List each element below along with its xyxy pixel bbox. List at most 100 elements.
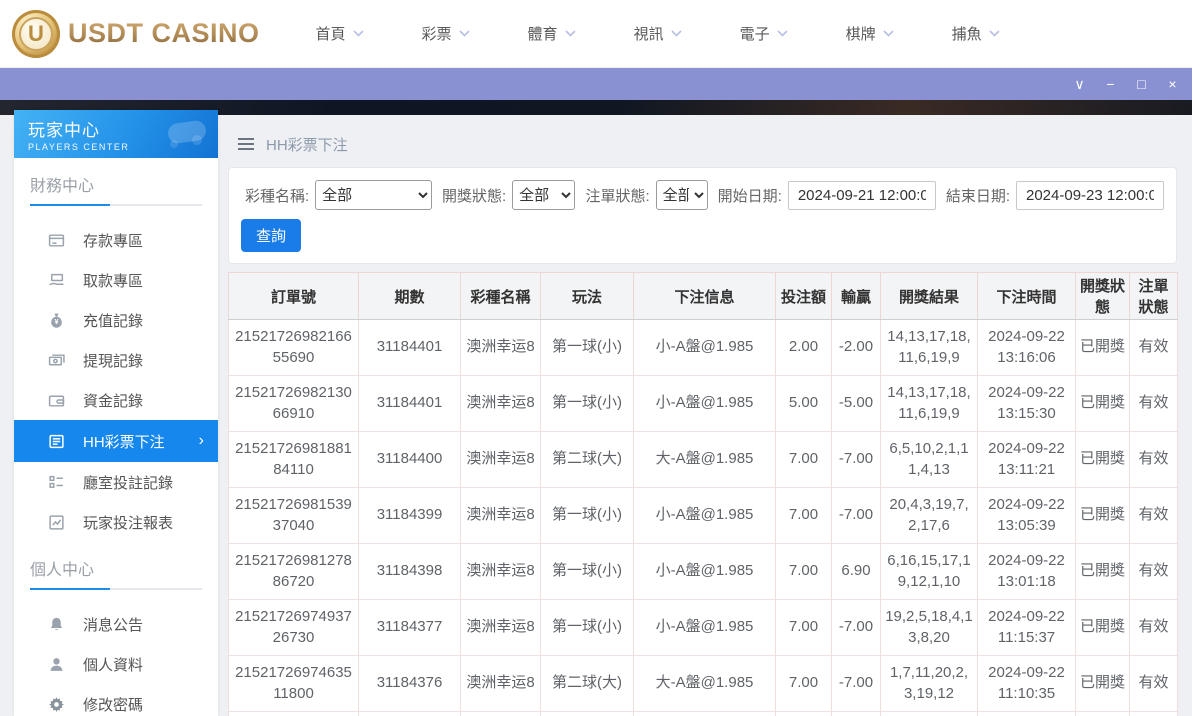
column-header: 注單狀態 xyxy=(1129,272,1178,320)
table-cell: 2152172698216655690 xyxy=(228,319,359,376)
filter-row: 彩種名稱:全部開獎狀態:全部注單狀態:全部開始日期:結束日期: xyxy=(241,180,1164,210)
table-cell: 2024-09-22 13:11:21 xyxy=(977,431,1076,488)
topnav-item[interactable]: 體育 xyxy=(528,23,576,44)
sidebar-item[interactable]: 存款專區 xyxy=(14,220,218,260)
table-cell: 14,13,17,18,11,6,19,9 xyxy=(880,319,978,376)
money-bag-icon: ¥ xyxy=(48,312,65,329)
sidebar: 玩家中心 PLAYERS CENTER 財務中心 存款專區 取款專區 ¥ 充值記錄 提現記… xyxy=(14,110,218,716)
table-cell: 已開獎 xyxy=(1075,543,1130,600)
table-cell: 20,4,3,19,7,2,17,6 xyxy=(880,487,978,544)
sidebar-item[interactable]: 消息公告 xyxy=(14,604,218,644)
cash-notes-icon xyxy=(48,352,65,369)
topnav-item[interactable]: 彩票 xyxy=(422,23,470,44)
table-cell: 31184399 xyxy=(358,487,461,544)
table-cell: 澳洲幸运8 xyxy=(460,487,541,544)
sidebar-item[interactable]: 個人資料 xyxy=(14,644,218,684)
table-row: 2152172698127886720 31184398 澳洲幸运8 第一球(小) 小-… xyxy=(228,543,1178,600)
sidebar-item[interactable]: HH彩票下注 › xyxy=(14,420,218,462)
column-header: 訂單號 xyxy=(228,272,359,320)
table-cell: 2152172697463511800 xyxy=(228,655,359,712)
order-status-select[interactable]: 全部 xyxy=(655,180,708,210)
table-cell: -7.00 xyxy=(831,655,881,712)
sidebar-item[interactable]: 玩家投注報表 xyxy=(14,502,218,542)
table-cell xyxy=(228,711,359,716)
sidebar-item[interactable]: 取款專區 xyxy=(14,260,218,300)
sidebar-item[interactable]: 修改密碼 xyxy=(14,684,218,716)
table-cell xyxy=(540,711,634,716)
sidebar-item-label: 玩家投注報表 xyxy=(83,514,174,532)
sidebar-item[interactable]: ¥ 充值記錄 xyxy=(14,300,218,340)
column-header: 彩種名稱 xyxy=(460,272,541,320)
lottery-select[interactable]: 全部 xyxy=(315,180,432,210)
gear-icon xyxy=(48,696,65,713)
search-button[interactable]: 查詢 xyxy=(241,219,302,252)
table-row: 2152172698153937040 31184399 澳洲幸运8 第一球(小) 小-… xyxy=(228,487,1178,544)
table-cell: 有效 xyxy=(1129,375,1178,432)
table-cell: 有效 xyxy=(1129,599,1178,656)
svg-text:¥: ¥ xyxy=(55,319,59,326)
sidebar-item[interactable]: 提現記錄 xyxy=(14,340,218,380)
column-header: 期數 xyxy=(358,272,461,320)
topnav-item[interactable]: 棋牌 xyxy=(846,23,894,44)
maximize-button[interactable]: □ xyxy=(1126,68,1157,100)
collapse-chevron-button[interactable]: ∨ xyxy=(1064,68,1095,100)
start-date-input[interactable] xyxy=(787,180,936,210)
usdt-casino-logo[interactable]: U USDT CASINO xyxy=(12,9,260,58)
table-row: 2152172698188184110 31184400 澳洲幸运8 第二球(大) 大-… xyxy=(228,431,1178,488)
chevron-down-icon xyxy=(777,30,788,37)
table-cell: 2024-09-22 13:05:39 xyxy=(977,487,1076,544)
topnav-item-label: 捕魚 xyxy=(951,26,982,43)
topnav-item[interactable]: 視訊 xyxy=(634,23,682,44)
draw-status-select[interactable]: 全部 xyxy=(512,180,576,210)
table-cell: 已開獎 xyxy=(1075,375,1130,432)
table-cell: 31184398 xyxy=(358,543,461,600)
top-navigation-bar: U USDT CASINO 首頁 彩票 體育 視訊 電子 棋牌 捕魚 xyxy=(0,0,1192,68)
column-header: 玩法 xyxy=(540,272,634,320)
sidebar-section: 個人中心 消息公告 個人資料 修改密碼 xyxy=(14,556,218,716)
topnav-item-label: 首頁 xyxy=(315,26,346,43)
filter-label: 開始日期: xyxy=(717,187,782,205)
end-date-input[interactable] xyxy=(1016,180,1164,210)
topnav-item-label: 電子 xyxy=(739,26,770,43)
minimize-button[interactable]: − xyxy=(1095,68,1126,100)
table-cell: 7.00 xyxy=(775,487,832,544)
topnav-item[interactable]: 首頁 xyxy=(316,23,364,44)
sidebar-item-label: 資金記錄 xyxy=(83,392,144,410)
table-cell: 2152172697493726730 xyxy=(228,599,359,656)
table-cell: 小-A盤@1.985 xyxy=(633,319,776,376)
close-button[interactable]: × xyxy=(1157,68,1188,100)
table-cell: 澳洲幸运8 xyxy=(460,431,541,488)
table-cell: 7.00 xyxy=(775,655,832,712)
page-title: HH彩票下注 xyxy=(266,136,348,154)
table-cell: 2024-09-22 13:01:18 xyxy=(977,543,1076,600)
sidebar-item-label: 廳室投註記錄 xyxy=(83,474,174,492)
filter-label: 結束日期: xyxy=(945,187,1010,205)
table-cell xyxy=(1129,711,1178,716)
filter-label: 注單狀態: xyxy=(585,187,650,205)
table-cell xyxy=(1075,711,1130,716)
table-cell: 已開獎 xyxy=(1075,431,1130,488)
sidebar-item[interactable]: 資金記錄 xyxy=(14,380,218,420)
table-cell: 1,7,11,20,2,3,19,12 xyxy=(880,655,978,712)
table-cell: 有效 xyxy=(1129,543,1178,600)
sidebar-item[interactable]: 廳室投註記錄 xyxy=(14,462,218,502)
table-cell: 澳洲幸运8 xyxy=(460,599,541,656)
sidebar-item-label: 取款專區 xyxy=(83,272,144,290)
table-cell: 31184401 xyxy=(358,319,461,376)
table-cell: 2.00 xyxy=(775,319,832,376)
filter-label: 開獎狀態: xyxy=(441,187,507,205)
table-cell: 第一球(小) xyxy=(540,543,634,600)
table-cell: 2152172698213066910 xyxy=(228,375,359,432)
topnav-item[interactable]: 電子 xyxy=(740,23,788,44)
menu-icon[interactable] xyxy=(238,138,254,150)
room-records-icon xyxy=(48,474,65,491)
breadcrumb: HH彩票下注 xyxy=(228,115,1177,159)
chevron-down-icon xyxy=(564,30,576,37)
table-cell: 2152172698153937040 xyxy=(228,487,359,544)
lottery-list-icon xyxy=(48,433,65,450)
table-header-row: 訂單號 期數 彩種名稱 玩法 下注信息 投注額 輸贏 開獎結果 下注時間 開獎狀態 注單狀態 xyxy=(228,272,1178,320)
table-cell xyxy=(880,711,978,716)
topnav-item[interactable]: 捕魚 xyxy=(952,23,1000,44)
window-controls: ∨ − □ × xyxy=(1064,68,1188,100)
table-cell xyxy=(633,711,776,716)
